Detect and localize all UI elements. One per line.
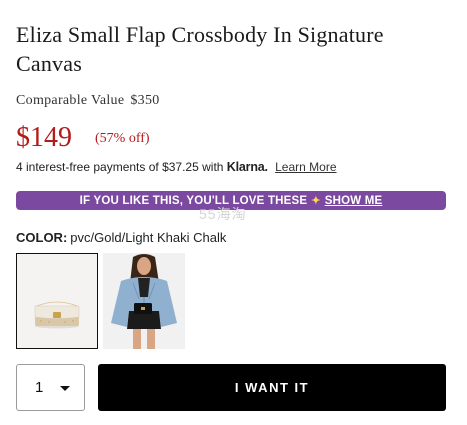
product-bag-image bbox=[17, 254, 96, 347]
comparable-value: Comparable Value $350 bbox=[16, 93, 160, 109]
quantity-select[interactable]: 1 bbox=[16, 364, 85, 411]
color-label: COLOR: bbox=[16, 230, 68, 245]
comparable-price: $350 bbox=[130, 93, 160, 108]
learn-more-link[interactable]: Learn More bbox=[275, 160, 336, 174]
swatch-model[interactable] bbox=[103, 253, 185, 349]
chevron-down-icon bbox=[60, 386, 70, 391]
klarna-installments: 4 interest-free payments of $37.25 with … bbox=[16, 160, 337, 174]
sparkle-icon: ✦ bbox=[311, 195, 321, 207]
watermark: 55海淘 bbox=[199, 206, 247, 222]
color-value: pvc/Gold/Light Khaki Chalk bbox=[70, 230, 227, 245]
quantity-value: 1 bbox=[35, 379, 44, 396]
klarna-text: 4 interest-free payments of $37.25 with bbox=[16, 160, 224, 174]
model-wearing-bag-image bbox=[103, 253, 185, 349]
swatch-bag[interactable] bbox=[16, 253, 98, 349]
i-want-it-button[interactable]: I WANT IT bbox=[98, 364, 446, 411]
promo-text: IF YOU LIKE THIS, YOU'LL LOVE THESE bbox=[79, 194, 308, 207]
show-me-link[interactable]: SHOW ME bbox=[325, 195, 383, 207]
product-title: Eliza Small Flap Crossbody In Signature … bbox=[16, 22, 384, 76]
klarna-logo: Klarna. bbox=[226, 160, 268, 174]
comparable-label: Comparable Value bbox=[16, 93, 125, 108]
discount-badge: (57% off) bbox=[95, 131, 150, 146]
color-selection: COLOR: pvc/Gold/Light Khaki Chalk bbox=[16, 230, 226, 245]
sale-price: $149 bbox=[16, 122, 72, 153]
